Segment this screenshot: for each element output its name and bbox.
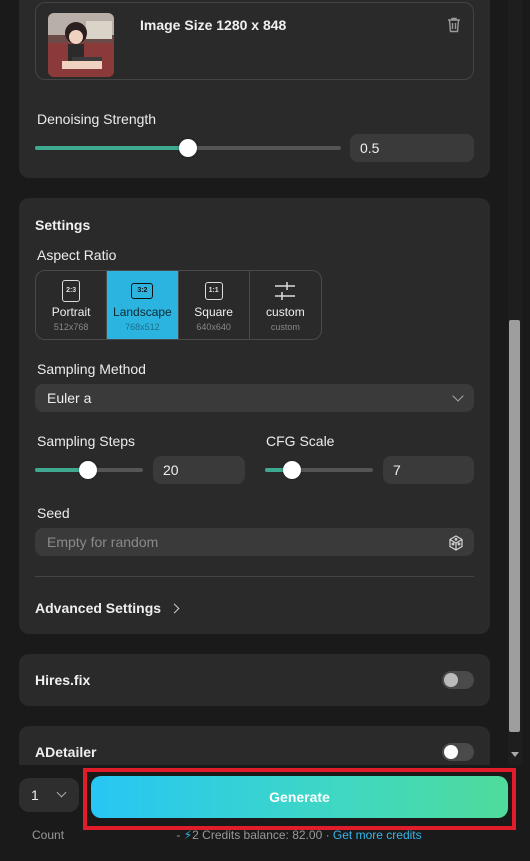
scroll-down-arrow-icon[interactable] [511, 752, 519, 757]
denoising-value-field[interactable]: 0.5 [350, 134, 474, 162]
denoising-slider-knob[interactable] [179, 139, 197, 157]
sampling-steps-label: Sampling Steps [37, 433, 136, 449]
denoising-slider-fill [35, 146, 188, 150]
aspect-ratio-label: Aspect Ratio [37, 247, 117, 263]
seed-input[interactable] [35, 528, 474, 556]
lightning-icon: ⚡ [183, 828, 193, 842]
settings-title: Settings [35, 217, 91, 233]
sampling-steps-field[interactable]: 20 [153, 456, 245, 484]
ratio-dimensions: 512x768 [53, 322, 89, 332]
sampling-steps-slider[interactable] [35, 461, 143, 479]
landscape-ratio-icon: 3:2 [131, 283, 154, 299]
sampling-steps-knob[interactable] [79, 461, 97, 479]
ratio-portrait[interactable]: 2:3 Portrait 512x768 [36, 271, 108, 339]
cfg-scale-label: CFG Scale [266, 433, 335, 449]
adetailer-toggle[interactable] [442, 743, 474, 761]
generate-button[interactable]: Generate [91, 776, 508, 818]
divider [35, 576, 474, 577]
sliders-icon [274, 281, 296, 306]
sampling-method-label: Sampling Method [37, 361, 146, 377]
adetailer-label: ADetailer [35, 744, 97, 760]
portrait-ratio-icon: 2:3 [62, 280, 81, 302]
cfg-scale-field[interactable]: 7 [383, 456, 474, 484]
credits-line: - ⚡2 Credits balance: 82.00 · Get more c… [0, 828, 530, 842]
toggle-knob [444, 673, 458, 687]
denoising-slider[interactable] [35, 139, 341, 157]
ratio-square[interactable]: 1:1 Square 640x640 [179, 271, 250, 339]
chevron-down-icon [452, 390, 464, 402]
ratio-landscape[interactable]: 3:2 Landscape 768x512 [107, 271, 179, 339]
ratio-custom[interactable]: custom custom [250, 271, 321, 339]
ratio-name: Landscape [113, 305, 172, 319]
hires-fix-label: Hires.fix [35, 672, 91, 688]
hires-fix-toggle[interactable] [442, 671, 474, 689]
aspect-ratio-group: 2:3 Portrait 512x768 3:2 Landscape 768x5… [35, 270, 322, 340]
hires-fix-card: Hires.fix [19, 654, 490, 706]
sampling-method-select[interactable]: Euler a [35, 384, 474, 412]
cfg-scale-slider[interactable] [265, 461, 373, 479]
count-select[interactable]: 1 [19, 778, 79, 812]
ratio-name: Square [194, 305, 233, 319]
ratio-name: Portrait [51, 305, 91, 319]
square-ratio-icon: 1:1 [204, 282, 223, 300]
ratio-dimensions: 640x640 [196, 322, 231, 332]
trash-icon[interactable] [447, 17, 461, 33]
get-more-credits-link[interactable]: Get more credits [333, 828, 422, 842]
image-card: Image Size 1280 x 848 Denoising Strength… [19, 0, 490, 178]
scrollbar-thumb[interactable] [509, 320, 520, 732]
advanced-settings-link[interactable]: Advanced Settings [35, 600, 180, 616]
credits-amount: 2 [192, 828, 199, 842]
toggle-knob [444, 745, 458, 759]
credits-balance: Credits balance: 82.00 · [198, 828, 333, 842]
ratio-name: custom [266, 305, 305, 319]
source-image-thumbnail[interactable] [48, 13, 114, 77]
denoising-label: Denoising Strength [37, 111, 157, 127]
dice-icon[interactable] [448, 535, 463, 551]
credits-prefix: - [176, 828, 184, 842]
ratio-dimensions: custom [270, 322, 300, 332]
seed-label: Seed [37, 505, 70, 521]
sampling-method-value: Euler a [47, 390, 92, 406]
image-size-label: Image Size 1280 x 848 [140, 17, 287, 33]
bottom-bar: 1 Count Generate - ⚡2 Credits balance: 8… [0, 765, 530, 861]
source-image-box: Image Size 1280 x 848 [35, 2, 474, 80]
settings-card: Settings Aspect Ratio 2:3 Portrait 512x7… [19, 198, 490, 634]
chevron-down-icon [56, 787, 67, 798]
cfg-scale-knob[interactable] [283, 461, 301, 479]
chevron-right-icon [169, 603, 180, 614]
advanced-settings-label: Advanced Settings [35, 600, 162, 616]
ratio-dimensions: 768x512 [125, 322, 160, 332]
count-value: 1 [31, 787, 39, 803]
